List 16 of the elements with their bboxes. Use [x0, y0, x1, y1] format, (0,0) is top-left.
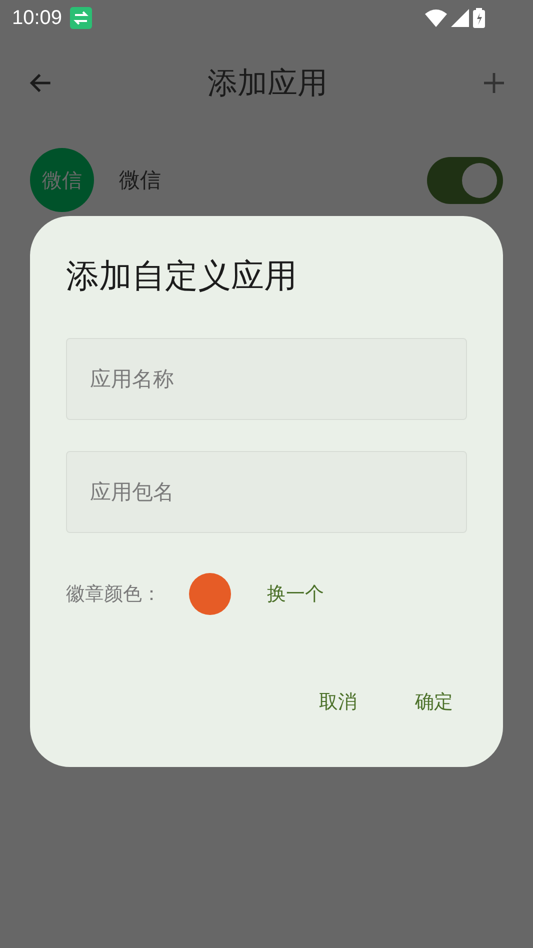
badge-color-label: 徽章颜色： — [66, 582, 162, 607]
app-toggle[interactable] — [427, 156, 503, 204]
page-title: 添加应用 — [206, 64, 328, 102]
wifi-icon — [425, 9, 447, 27]
app-name: 微信 — [119, 167, 162, 194]
dialog-title: 添加自定义应用 — [66, 255, 298, 297]
app-badge: 微信 — [30, 148, 94, 212]
status-time: 10:09 — [12, 6, 62, 30]
input-field[interactable]: 应用包名 — [66, 451, 467, 533]
change-color-button[interactable]: 换一个 — [267, 581, 324, 607]
dialog-button[interactable]: 确定 — [395, 679, 473, 725]
input-field[interactable]: 应用名称 — [66, 338, 467, 420]
battery-icon — [473, 8, 485, 28]
notification-icon — [70, 7, 92, 29]
signal-icon — [451, 9, 469, 27]
dialog-button[interactable]: 取消 — [299, 679, 377, 725]
